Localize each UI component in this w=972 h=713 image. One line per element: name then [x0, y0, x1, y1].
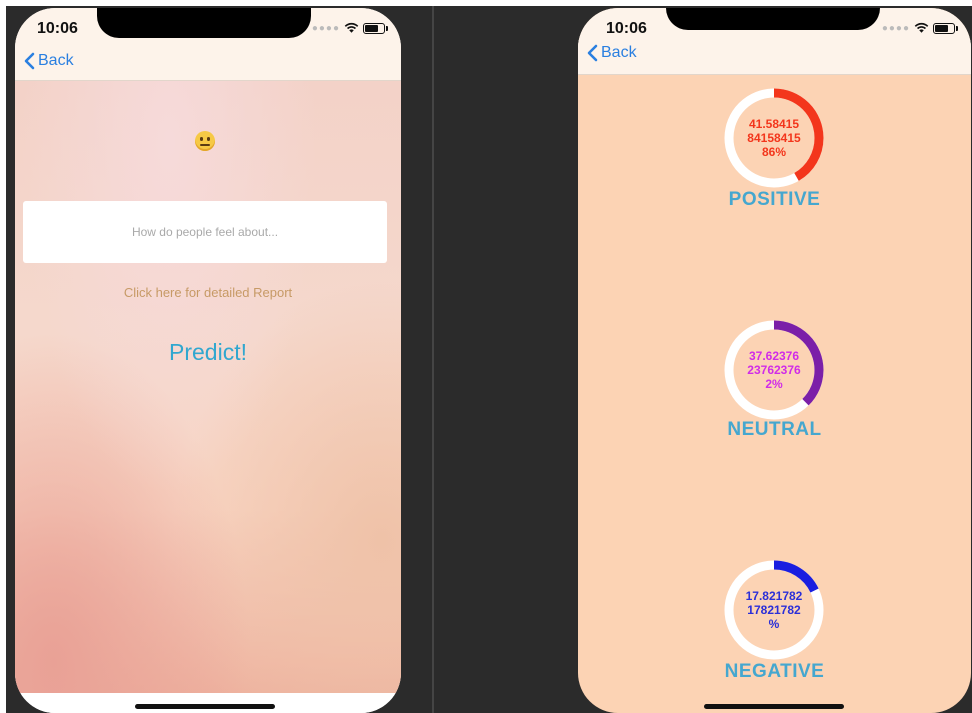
status-icons: ●●●● [311, 22, 388, 34]
home-indicator[interactable] [135, 704, 275, 709]
battery-icon [933, 22, 958, 34]
notch [97, 8, 311, 38]
neutral-value-line: 2% [765, 377, 783, 391]
right-phone-screen: 10:06 ●●●● Back 41.58415 84158415 86% PO… [578, 8, 971, 713]
neutral-value-line: 37.62376 [748, 349, 800, 363]
positive-value: 41.58415 84158415 86% [721, 85, 827, 191]
neutral-face-icon [195, 131, 215, 151]
neutral-value: 37.62376 23762376 2% [721, 317, 827, 423]
main-content: Click here for detailed Report Predict! [15, 81, 401, 693]
navigation-bar: Back [15, 48, 401, 81]
signal-icon: ●●●● [881, 22, 910, 34]
positive-value-line: 86% [761, 145, 787, 159]
wifi-icon [914, 22, 929, 33]
detailed-report-link[interactable]: Click here for detailed Report [15, 285, 401, 300]
home-strip [15, 693, 401, 713]
status-time: 10:06 [37, 20, 78, 37]
results-content: 41.58415 84158415 86% POSITIVE 37.62376 … [578, 81, 971, 713]
wifi-icon [344, 22, 359, 33]
positive-gauge: 41.58415 84158415 86% [721, 85, 827, 191]
home-indicator[interactable] [704, 704, 844, 709]
positive-value-line: 41.58415 [748, 117, 800, 131]
neutral-gauge: 37.62376 23762376 2% [721, 317, 827, 423]
chevron-left-icon [587, 44, 598, 62]
positive-label: POSITIVE [728, 189, 821, 210]
status-icons: ●●●● [881, 22, 958, 34]
negative-label: NEGATIVE [724, 661, 825, 682]
back-label: Back [601, 44, 637, 61]
back-button[interactable]: Back [23, 52, 74, 70]
left-phone-screen: 10:06 ●●●● Back Click here for detailed … [15, 8, 401, 713]
negative-value-line: % [768, 617, 780, 631]
back-label: Back [38, 52, 74, 69]
status-time: 10:06 [606, 20, 647, 37]
negative-value: 17.821782 17821782 % [721, 557, 827, 663]
neutral-label: NEUTRAL [727, 419, 822, 440]
search-input[interactable] [23, 224, 387, 240]
navigation-bar: Back [578, 40, 971, 75]
chevron-left-icon [24, 52, 35, 70]
negative-value-line: 17821782 [747, 603, 801, 617]
signal-icon: ●●●● [311, 22, 340, 34]
neutral-value-line: 23762376 [747, 363, 801, 377]
panel-divider [432, 6, 434, 713]
notch [666, 8, 880, 30]
positive-value-line: 84158415 [747, 131, 801, 145]
status-bar: 10:06 ●●●● [15, 8, 401, 48]
predict-button[interactable]: Predict! [15, 339, 401, 366]
search-box [23, 201, 387, 263]
negative-gauge: 17.821782 17821782 % [721, 557, 827, 663]
negative-value-line: 17.821782 [745, 589, 803, 603]
battery-icon [363, 22, 388, 34]
back-button[interactable]: Back [586, 44, 637, 62]
